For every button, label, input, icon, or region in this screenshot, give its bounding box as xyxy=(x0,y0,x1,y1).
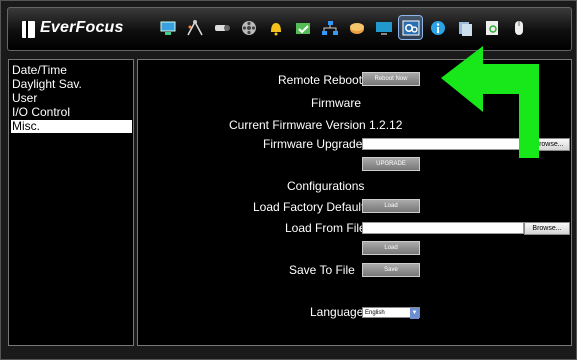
language-selected-value: English xyxy=(365,310,385,316)
lan-icon[interactable] xyxy=(318,16,341,39)
brand-logo: EverFocus xyxy=(40,19,124,36)
load-factory-default-button[interactable]: Load xyxy=(362,199,420,213)
sidebar-item-user[interactable]: User xyxy=(11,92,132,105)
event-icon[interactable] xyxy=(291,16,314,39)
toolbar-icons xyxy=(156,15,530,40)
network-icon[interactable] xyxy=(183,16,206,39)
green-pointer-arrow-icon xyxy=(441,46,539,158)
upgrade-button[interactable]: UPGRADE xyxy=(362,157,420,171)
film-reel-icon[interactable] xyxy=(237,16,260,39)
save-to-file-label: Save To File xyxy=(289,263,355,277)
monitor-icon[interactable] xyxy=(156,16,179,39)
report-icon[interactable] xyxy=(480,16,503,39)
load-from-file-button[interactable]: Load xyxy=(362,241,420,255)
load-from-file-label: Load From File xyxy=(285,221,366,235)
camera-icon[interactable] xyxy=(210,16,233,39)
config-browse-button[interactable]: Browse... xyxy=(524,222,570,235)
configurations-heading: Configurations xyxy=(287,179,365,193)
storage-icon[interactable] xyxy=(345,16,368,39)
sidebar-item-date-time[interactable]: Date/Time xyxy=(11,64,132,77)
remote-reboot-label: Remote Reboot xyxy=(278,73,363,87)
app-window: EverFocus Date/Time Daylight Sav. User I… xyxy=(0,0,577,360)
sidebar-item-io-control[interactable]: I/O Control xyxy=(11,106,132,119)
system-settings-icon[interactable] xyxy=(398,15,423,40)
sidebar-item-misc[interactable]: Misc. xyxy=(11,120,132,133)
logout-icon[interactable] xyxy=(507,16,530,39)
current-firmware-version: Current Firmware Version 1.2.12 xyxy=(229,118,403,132)
load-factory-default-label: Load Factory Default xyxy=(253,200,365,214)
save-to-file-button[interactable]: Save xyxy=(362,263,420,277)
language-label: Language xyxy=(310,305,364,319)
alarm-bell-icon[interactable] xyxy=(264,16,287,39)
logo-icon xyxy=(22,21,35,38)
config-file-input[interactable] xyxy=(362,222,524,234)
logs-icon[interactable] xyxy=(453,16,476,39)
top-toolbar: EverFocus xyxy=(7,7,572,51)
reboot-now-button[interactable]: Reboot Now xyxy=(362,72,420,86)
firmware-upgrade-label: Firmware Upgrade xyxy=(263,137,363,151)
settings-sidebar: Date/Time Daylight Sav. User I/O Control… xyxy=(8,59,134,346)
chevron-down-icon: ▼ xyxy=(410,308,419,319)
info-icon[interactable] xyxy=(426,16,449,39)
display-icon[interactable] xyxy=(372,16,395,39)
language-select[interactable]: English ▼ xyxy=(362,307,420,319)
sidebar-item-daylight-saving[interactable]: Daylight Sav. xyxy=(11,78,132,91)
firmware-heading: Firmware xyxy=(311,96,361,110)
